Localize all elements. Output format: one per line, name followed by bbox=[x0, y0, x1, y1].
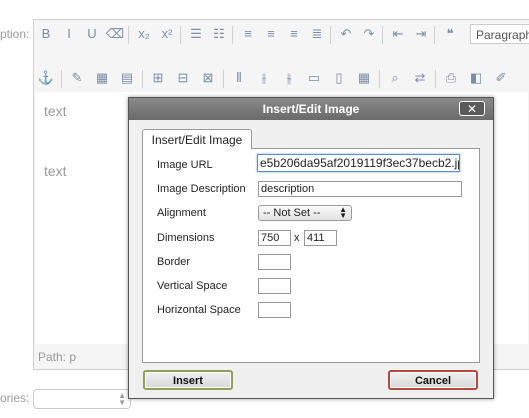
alignment-select-value: -- Not Set -- bbox=[263, 207, 321, 219]
close-icon[interactable]: ✕ bbox=[459, 101, 485, 116]
dimension-separator: x bbox=[294, 232, 300, 244]
replace-icon[interactable]: ⇄ bbox=[410, 68, 430, 88]
align-center-icon[interactable]: ≡ bbox=[261, 24, 281, 44]
image-description-label: Image Description bbox=[157, 183, 246, 195]
categories-select[interactable]: ▲ ▼ bbox=[33, 389, 131, 409]
content-line: text bbox=[44, 163, 67, 179]
format-select[interactable]: Paragraph bbox=[470, 24, 529, 44]
clean-icon[interactable]: ✐ bbox=[491, 68, 511, 88]
dialog-panel: Image URL e5b206da95af2019119f3ec37becb2… bbox=[142, 148, 480, 363]
row-delete-icon[interactable]: ⊠ bbox=[198, 68, 218, 88]
bullet-list-icon[interactable]: ☰ bbox=[186, 24, 206, 44]
tab-insert-edit-image[interactable]: Insert/Edit Image bbox=[142, 129, 252, 149]
insert-image-dialog: Insert/Edit Image ✕ Insert/Edit Image Im… bbox=[128, 97, 494, 399]
preview-icon[interactable]: ◧ bbox=[466, 68, 486, 88]
image-url-label: Image URL bbox=[157, 159, 213, 171]
toolbar-separator bbox=[223, 70, 224, 88]
toolbar-separator bbox=[142, 70, 143, 88]
toolbar-row-2: ⚓ ✎ ▦ ▤ ⊞ ⊟ ⊠ ⫴ ⫲ ⫳ ▭ ▯ ▦ ⌕ ⇄ ⎙ ◧ ✐ bbox=[36, 68, 516, 90]
subscript-icon[interactable]: x₂ bbox=[134, 24, 154, 44]
anchor-icon[interactable]: ⚓ bbox=[36, 68, 56, 88]
numbered-list-icon[interactable]: ☷ bbox=[209, 24, 229, 44]
toolbar-separator bbox=[128, 26, 129, 44]
width-input[interactable]: 750 bbox=[258, 230, 291, 246]
toolbar-separator bbox=[434, 26, 435, 44]
horizontal-space-input[interactable] bbox=[258, 302, 291, 318]
field-label-categories: ories: bbox=[0, 391, 30, 405]
find-icon[interactable]: ⌕ bbox=[385, 68, 405, 88]
align-right-icon[interactable]: ≡ bbox=[284, 24, 304, 44]
row-after-icon[interactable]: ⊟ bbox=[173, 68, 193, 88]
image-description-input[interactable]: description bbox=[258, 181, 462, 197]
vertical-space-label: Vertical Space bbox=[157, 280, 228, 292]
dimensions-label: Dimensions bbox=[157, 232, 215, 244]
field-label-caption: ption: bbox=[0, 27, 30, 41]
vertical-space-input[interactable] bbox=[258, 278, 291, 294]
alignment-label: Alignment bbox=[157, 207, 206, 219]
underline-icon[interactable]: U bbox=[82, 24, 102, 44]
horizontal-space-label: Horizontal Space bbox=[157, 304, 241, 316]
undo-icon[interactable]: ↶ bbox=[336, 24, 356, 44]
edit-icon[interactable]: ✎ bbox=[67, 68, 87, 88]
border-label: Border bbox=[157, 256, 191, 268]
select-arrows-icon: ▲ ▼ bbox=[118, 391, 126, 407]
image-url-input[interactable]: e5b206da95af2019119f3ec37becb2.jpg bbox=[257, 154, 460, 172]
table-icon[interactable]: ▦ bbox=[92, 68, 112, 88]
col-after-icon[interactable]: ⫲ bbox=[254, 68, 274, 88]
select-arrows-icon: ▲ ▼ bbox=[339, 205, 347, 220]
content-line: text bbox=[44, 103, 67, 119]
split-icon[interactable]: ▯ bbox=[329, 68, 349, 88]
grid-icon[interactable]: ▦ bbox=[354, 68, 374, 88]
blockquote-icon[interactable]: ❝ bbox=[440, 24, 460, 44]
insert-button[interactable]: Insert bbox=[143, 370, 233, 390]
redo-icon[interactable]: ↷ bbox=[359, 24, 379, 44]
print-icon[interactable]: ⎙ bbox=[441, 68, 461, 88]
alignment-select[interactable]: -- Not Set -- ▲ ▼ bbox=[258, 205, 352, 221]
row-insert-icon[interactable]: ⊞ bbox=[148, 68, 168, 88]
toolbar-separator bbox=[232, 26, 233, 44]
eraser-icon[interactable]: ⌫ bbox=[105, 24, 125, 44]
outdent-icon[interactable]: ⇤ bbox=[388, 24, 408, 44]
border-input[interactable] bbox=[258, 254, 291, 270]
align-justify-icon[interactable]: ≣ bbox=[307, 24, 327, 44]
col-before-icon[interactable]: ⫴ bbox=[229, 68, 249, 88]
height-input[interactable]: 411 bbox=[304, 230, 337, 246]
toolbar-separator bbox=[180, 26, 181, 44]
toolbar-separator bbox=[435, 70, 436, 88]
bold-icon[interactable]: B bbox=[36, 24, 56, 44]
superscript-icon[interactable]: x² bbox=[157, 24, 177, 44]
toolbar-row-1: B I U ⌫ x₂ x² ☰ ☷ ≡ ≡ ≡ ≣ ↶ ↷ ⇤ ⇥ ❝ bbox=[36, 24, 466, 46]
table-props-icon[interactable]: ▤ bbox=[117, 68, 137, 88]
toolbar-separator bbox=[382, 26, 383, 44]
col-delete-icon[interactable]: ⫳ bbox=[279, 68, 299, 88]
indent-icon[interactable]: ⇥ bbox=[411, 24, 431, 44]
toolbar-separator bbox=[379, 70, 380, 88]
status-path: Path: p bbox=[38, 350, 77, 364]
cancel-button[interactable]: Cancel bbox=[388, 370, 478, 390]
merge-icon[interactable]: ▭ bbox=[304, 68, 324, 88]
toolbar-separator bbox=[61, 70, 62, 88]
dialog-title: Insert/Edit Image bbox=[129, 98, 493, 120]
toolbar-separator bbox=[330, 26, 331, 44]
align-left-icon[interactable]: ≡ bbox=[238, 24, 258, 44]
italic-icon[interactable]: I bbox=[59, 24, 79, 44]
